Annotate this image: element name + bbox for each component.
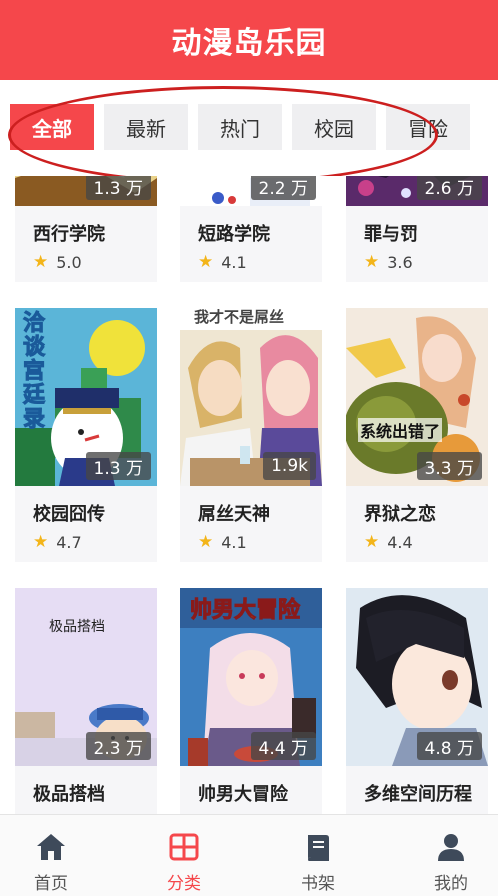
bottom-navigation: 首页 分类 书架 我的: [0, 814, 498, 896]
comic-rating: ★ 4.1: [198, 532, 247, 552]
category-tabs: 全部 最新 热门 校园 冒险: [0, 80, 498, 176]
view-count: 1.3 万: [85, 176, 151, 200]
category-icon: [169, 833, 199, 861]
cover-text: 洽谈宫廷录: [23, 311, 46, 432]
view-count: 3.3 万: [416, 452, 482, 480]
view-count: 4.4 万: [250, 732, 316, 760]
comic-cover: 洽谈宫廷录 1.3 万: [15, 308, 157, 486]
comic-title: 罪与罚: [364, 224, 418, 245]
comic-title: 帅男大冒险: [198, 784, 288, 805]
home-icon: [37, 834, 65, 860]
comic-cover: 1.3 万: [15, 176, 157, 206]
star-icon: ★: [198, 532, 214, 552]
comic-title: 界狱之恋: [364, 504, 436, 525]
cover-text: 极品搭档: [49, 619, 105, 635]
tab-all[interactable]: 全部: [10, 104, 94, 150]
comic-title: 校园囧传: [33, 504, 105, 525]
comic-title: 极品搭档: [33, 784, 105, 805]
app-title: 动漫岛乐园: [171, 26, 327, 61]
comic-cover: 我才不是屌丝 1.9k: [180, 308, 322, 486]
tab-hot[interactable]: 热门: [198, 104, 282, 150]
comic-grid: 1.3 万 西行学院 ★ 5.0 2.2 万 短路学院 ★ 4.1 2.6 万 …: [0, 176, 498, 814]
comic-title: 西行学院: [33, 224, 105, 245]
star-icon: ★: [198, 252, 214, 272]
nav-label: 我的: [434, 874, 468, 894]
comic-title: 屌丝天神: [198, 504, 270, 525]
comic-cover: 4.8 万: [346, 588, 488, 766]
nav-label: 分类: [167, 874, 201, 894]
view-count: 2.3 万: [85, 732, 151, 760]
comic-cover: 极品搭档 2.3 万: [15, 588, 157, 766]
comic-cover: 系统出错了 3.3 万: [346, 308, 488, 486]
cover-text: 帅男大冒险: [190, 598, 301, 624]
profile-icon: [438, 834, 464, 861]
star-icon: ★: [364, 252, 380, 272]
tab-campus[interactable]: 校园: [292, 104, 376, 150]
view-count: 1.9k: [263, 452, 316, 480]
comic-title: 多维空间历程: [364, 784, 472, 805]
star-icon: ★: [33, 532, 49, 552]
star-icon: ★: [33, 252, 49, 272]
nav-profile[interactable]: 我的: [396, 815, 498, 896]
comic-title: 短路学院: [198, 224, 270, 245]
tab-adventure[interactable]: 冒险: [386, 104, 470, 150]
app-header: 动漫岛乐园: [0, 0, 498, 80]
tab-latest[interactable]: 最新: [104, 104, 188, 150]
view-count: 1.3 万: [85, 452, 151, 480]
star-icon: ★: [364, 532, 380, 552]
nav-bookshelf[interactable]: 书架: [263, 815, 373, 896]
nav-label: 首页: [34, 874, 68, 894]
nav-category[interactable]: 分类: [129, 815, 239, 896]
view-count: 4.8 万: [416, 732, 482, 760]
cover-text: 我才不是屌丝: [194, 308, 285, 326]
comic-rating: ★ 3.6: [364, 252, 413, 272]
nav-label: 书架: [301, 874, 335, 894]
view-count: 2.6 万: [416, 176, 482, 200]
comic-rating: ★ 4.1: [198, 252, 247, 272]
nav-home[interactable]: 首页: [0, 815, 106, 896]
bookshelf-icon: [308, 835, 329, 861]
view-count: 2.2 万: [250, 176, 316, 200]
comic-rating: ★ 4.4: [364, 532, 413, 552]
comic-cover: 帅男大冒险 4.4 万: [180, 588, 322, 766]
comic-cover: 2.2 万: [180, 176, 322, 206]
comic-rating: ★ 5.0: [33, 252, 82, 272]
comic-rating: ★ 4.7: [33, 532, 82, 552]
comic-cover: 2.6 万: [346, 176, 488, 206]
cover-text: 系统出错了: [358, 418, 443, 442]
